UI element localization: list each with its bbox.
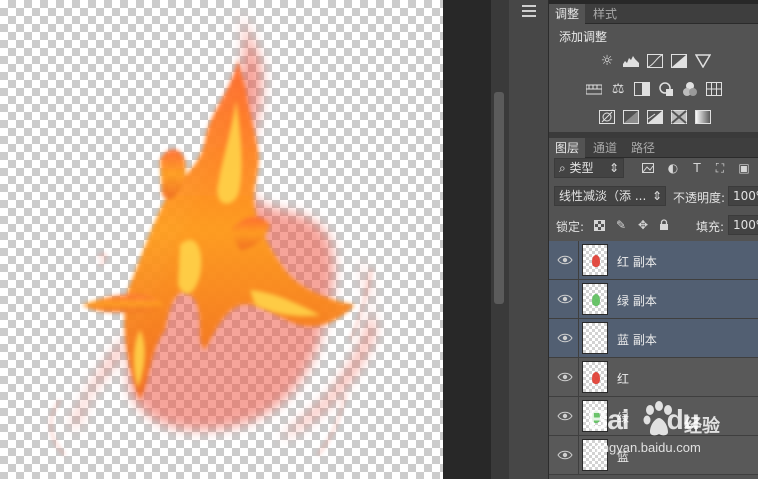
tab-adjustments[interactable]: 调整 — [549, 4, 586, 24]
layer-thumbnail — [582, 439, 608, 471]
blend-mode-select[interactable]: 线性减淡（添 ... ⇕ — [554, 186, 666, 206]
layer-row[interactable]: 红 副本 — [549, 241, 758, 280]
document-canvas[interactable] — [0, 0, 443, 479]
color-balance-icon[interactable]: ⚖ — [609, 80, 627, 98]
hue-saturation-icon[interactable] — [585, 80, 603, 98]
lock-position-move-icon[interactable]: ✥ — [636, 218, 650, 232]
layer-name: 红 副本 — [617, 255, 657, 269]
posterize-icon[interactable] — [622, 108, 640, 126]
layer-thumbnail — [582, 322, 608, 354]
layer-name: 绿 副本 — [617, 294, 657, 308]
opacity-label: 不透明度: — [673, 191, 726, 205]
opacity-input[interactable]: 100% — [728, 186, 758, 206]
layer-row[interactable]: 绿 — [549, 397, 758, 436]
eye-icon[interactable] — [557, 331, 573, 345]
fill-input[interactable]: 100% — [728, 215, 758, 235]
photo-filter-icon[interactable] — [657, 80, 675, 98]
smart-object-filter-icon[interactable]: ▣ — [737, 161, 751, 175]
black-white-icon[interactable] — [633, 80, 651, 98]
vertical-scrollbar-thumb[interactable] — [494, 92, 504, 304]
layer-row[interactable]: 红 — [549, 358, 758, 397]
lock-transparency-icon[interactable] — [592, 218, 606, 232]
layer-thumbnail — [582, 400, 608, 432]
search-icon: ⌕ — [559, 161, 570, 175]
gradient-map-icon[interactable] — [694, 108, 712, 126]
type-layer-filter-icon[interactable]: T — [690, 161, 704, 175]
layer-row[interactable]: 蓝 — [549, 436, 758, 475]
exposure-icon[interactable] — [670, 52, 688, 70]
invert-icon[interactable] — [598, 108, 616, 126]
layer-name: 蓝 副本 — [617, 333, 657, 347]
flame-artwork — [49, 10, 375, 456]
color-lookup-icon[interactable] — [705, 80, 723, 98]
layer-name: 蓝 — [617, 450, 630, 464]
canvas-gutter — [443, 0, 491, 479]
layer-thumbnail — [582, 244, 608, 276]
eye-icon[interactable] — [557, 292, 573, 306]
curves-icon[interactable] — [646, 52, 664, 70]
adjustments-panel: 调整 样式 添加调整 ☼ ⚖ — [549, 4, 758, 132]
tab-layers[interactable]: 图层 — [549, 138, 586, 158]
visibility-cell[interactable] — [549, 319, 579, 358]
vibrance-icon[interactable] — [694, 52, 712, 70]
select-arrows-icon: ⇕ — [649, 187, 662, 205]
threshold-icon[interactable] — [646, 108, 664, 126]
eye-icon[interactable] — [557, 253, 573, 267]
visibility-cell[interactable] — [549, 397, 579, 436]
layer-thumbnail — [582, 283, 608, 315]
layers-panel: 图层 通道 路径 ⌕ 类型 ⇕ ◐ T ⛶ ▣ 线性减淡（添 ... ⇕ 不透明度… — [549, 138, 758, 479]
lock-label: 锁定: — [556, 220, 585, 234]
eye-icon[interactable] — [557, 409, 573, 423]
selective-color-icon[interactable] — [670, 108, 688, 126]
layers-panel-tabs: 图层 通道 路径 — [549, 138, 758, 158]
layer-filter-select[interactable]: ⌕ 类型 ⇕ — [554, 158, 624, 178]
visibility-cell[interactable] — [549, 358, 579, 397]
add-adjustment-label: 添加调整 — [559, 30, 608, 44]
tab-channels[interactable]: 通道 — [587, 138, 623, 158]
blend-mode-value: 线性减淡（添 ... — [559, 189, 647, 203]
adjustments-panel-tabs: 调整 样式 — [549, 4, 758, 24]
pixel-layer-filter-icon[interactable] — [641, 161, 655, 175]
tab-paths[interactable]: 路径 — [625, 138, 661, 158]
visibility-cell[interactable] — [549, 436, 579, 475]
fill-label: 填充: — [696, 220, 725, 234]
layer-list: 红 副本 绿 副本 蓝 副本 红 绿 蓝 — [549, 241, 758, 479]
layer-name: 绿 — [617, 411, 630, 425]
adjustments-panel-toggle-icon[interactable] — [520, 2, 538, 18]
tab-styles[interactable]: 样式 — [587, 4, 623, 24]
brightness-contrast-icon[interactable]: ☼ — [598, 52, 616, 70]
layer-thumbnail — [582, 361, 608, 393]
layer-row[interactable]: 蓝 副本 — [549, 319, 758, 358]
select-arrows-icon: ⇕ — [608, 161, 619, 175]
visibility-cell[interactable] — [549, 241, 579, 280]
visibility-cell[interactable] — [549, 280, 579, 319]
eye-icon[interactable] — [557, 370, 573, 384]
lock-pixels-brush-icon[interactable]: ✎ — [614, 218, 628, 232]
layer-filter-value: 类型 — [569, 161, 594, 175]
levels-icon[interactable] — [622, 52, 640, 70]
panel-dock-strip — [509, 0, 549, 479]
adjustment-layer-filter-icon[interactable]: ◐ — [666, 161, 680, 175]
shape-layer-filter-icon[interactable]: ⛶ — [713, 161, 727, 175]
eye-icon[interactable] — [557, 448, 573, 462]
channel-mixer-icon[interactable] — [681, 80, 699, 98]
layer-row[interactable]: 绿 副本 — [549, 280, 758, 319]
lock-all-icon[interactable] — [657, 218, 671, 232]
layer-name: 红 — [617, 372, 630, 386]
